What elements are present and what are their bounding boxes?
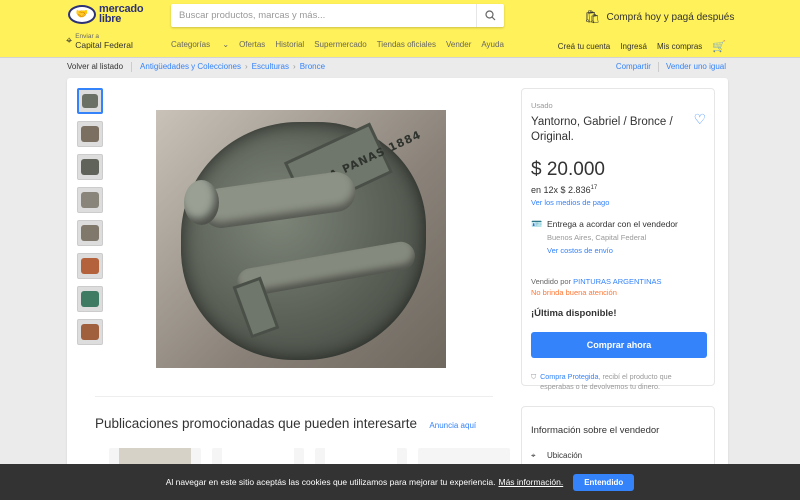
header: 🤝 mercado libre 🛍 Comprá hoy y pagá desp… <box>0 0 800 57</box>
breadcrumb-item[interactable]: Bronce <box>300 62 325 72</box>
promoted-section: Publicaciones promocionadas que pueden i… <box>95 396 493 433</box>
handshake-icon: 🤝 <box>68 4 96 24</box>
nav-ofertas[interactable]: Ofertas <box>239 40 265 49</box>
cookie-banner: Al navegar en este sitio aceptás las coo… <box>0 464 800 500</box>
chevron-right-icon: › <box>244 62 248 71</box>
location-label: Enviar a <box>75 33 100 40</box>
promo-banner[interactable]: 🛍 Comprá hoy y pagá después <box>584 9 734 25</box>
logo-line2: libre <box>99 13 122 25</box>
installments: en 12x $ 2.83617 <box>531 185 705 195</box>
shipping-costs-link[interactable]: Ver costos de envío <box>547 246 678 255</box>
location-label: Ubicación <box>547 451 583 460</box>
search-bar <box>171 4 504 27</box>
seller-line: Vendido por PINTURAS ARGENTINAS <box>531 277 705 286</box>
location-value: Capital Federal <box>75 40 133 50</box>
nav-ayuda[interactable]: Ayuda <box>481 40 504 49</box>
promoted-title: Publicaciones promocionadas que pueden i… <box>95 416 417 431</box>
promo-text: Comprá hoy y pagá después <box>606 11 735 23</box>
sell-similar-link[interactable]: Vender uno igual <box>666 62 726 72</box>
user-nav: Creá tu cuenta Ingresá Mis compras 🛒 <box>548 40 726 53</box>
mercadolibre-logo[interactable]: 🤝 mercado libre <box>68 4 144 25</box>
stock-label: ¡Última disponible! <box>531 308 617 319</box>
search-button[interactable] <box>476 4 504 27</box>
thumbnail[interactable] <box>77 121 103 147</box>
shipping-location[interactable]: ⌖ Enviar a Capital Federal <box>66 33 133 50</box>
divider <box>657 62 659 72</box>
installments-prefix: en 12x <box>531 185 559 195</box>
location-pin-icon: ⌖ <box>66 35 73 47</box>
shield-check-icon: ⛉ <box>531 372 537 381</box>
seller-location: ⌖ Ubicación <box>531 451 705 461</box>
buy-now-button[interactable]: Comprar ahora <box>531 332 707 358</box>
cookie-more-info-link[interactable]: Más información. <box>498 477 563 487</box>
thumbnail[interactable] <box>77 319 103 345</box>
heart-icon[interactable]: ♡ <box>693 111 706 128</box>
shipping-info: 🪪 Entrega a acordar con el vendedor Buen… <box>531 219 705 255</box>
thumbnail[interactable] <box>77 154 103 180</box>
buy-box: Usado Yantorno, Gabriel / Bronce / Origi… <box>521 88 715 391</box>
user-id-icon: 🪪 <box>531 219 543 229</box>
create-account-link[interactable]: Creá tu cuenta <box>558 42 610 51</box>
shipping-title: Entrega a acordar con el vendedor <box>547 219 678 229</box>
logo-text: mercado libre <box>99 4 144 25</box>
thumbnail[interactable] <box>77 88 103 114</box>
installment-cents: 17 <box>590 185 598 191</box>
thumbnail[interactable] <box>77 187 103 213</box>
nav-tiendas-oficiales[interactable]: Tiendas oficiales <box>377 40 436 49</box>
nav-historial[interactable]: Historial <box>275 40 304 49</box>
search-input[interactable] <box>171 4 476 27</box>
product-panel: CASA PANAS 1884 1984 Publicaciones promo… <box>67 78 728 500</box>
thumbnail-list <box>77 88 103 352</box>
thumbnail[interactable] <box>77 286 103 312</box>
my-purchases-link[interactable]: Mis compras <box>657 42 702 51</box>
cart-icon[interactable]: 🛒 <box>712 40 726 53</box>
thumbnail[interactable] <box>77 220 103 246</box>
shipping-location: Buenos Aires, Capital Federal <box>547 233 647 242</box>
nav-vender[interactable]: Vender <box>446 40 471 49</box>
login-link[interactable]: Ingresá <box>620 42 647 51</box>
divider <box>131 62 133 72</box>
product-title: Yantorno, Gabriel / Bronce / Original. <box>531 116 673 143</box>
breadcrumb: Volver al listado Antigüedades y Colecci… <box>67 62 329 72</box>
chevron-down-icon: ⌄ <box>222 40 230 49</box>
cookie-accept-button[interactable]: Entendido <box>573 473 635 491</box>
nav-supermercado[interactable]: Supermercado <box>314 40 366 49</box>
location-pin-icon: ⌖ <box>531 451 536 460</box>
condition-label: Usado <box>531 101 553 110</box>
price: $ 20.000 <box>531 159 605 180</box>
main-nav: Categorías ⌄ Ofertas Historial Supermerc… <box>171 40 514 49</box>
seller-info-title: Información sobre el vendedor <box>531 425 660 436</box>
seller-name-link[interactable]: PINTURAS ARGENTINAS <box>573 277 661 286</box>
back-to-list-link[interactable]: Volver al listado <box>67 62 123 72</box>
cookie-text: Al navegar en este sitio aceptás las coo… <box>165 477 496 487</box>
breadcrumb-item[interactable]: Esculturas <box>252 62 289 72</box>
breadcrumb-item[interactable]: Antigüedades y Colecciones <box>140 62 241 72</box>
relief-figure-head <box>184 180 219 225</box>
payment-methods-link[interactable]: Ver los medios de pago <box>531 198 705 207</box>
protected-purchase-link[interactable]: Compra Protegida <box>540 372 598 381</box>
product-image[interactable]: CASA PANAS 1884 1984 <box>156 110 446 368</box>
attention-warning: No brinda buena atención <box>531 288 617 297</box>
thumbnail[interactable] <box>77 253 103 279</box>
search-icon <box>485 10 496 21</box>
purchase-protection: ⛉ Compra Protegida, recibí el producto q… <box>531 372 705 392</box>
chevron-right-icon: › <box>293 62 296 71</box>
nav-label: Categorías <box>171 40 211 49</box>
advertise-link[interactable]: Anuncia aquí <box>429 421 476 430</box>
seller-prefix: Vendido por <box>531 277 572 286</box>
installment-amount: $ 2.836 <box>560 185 591 195</box>
share-link[interactable]: Compartir <box>616 62 651 72</box>
gift-card-icon: 🛍 <box>584 9 601 24</box>
nav-categorias[interactable]: Categorías ⌄ <box>171 40 229 49</box>
share-actions: Compartir Vender uno igual <box>616 62 726 72</box>
